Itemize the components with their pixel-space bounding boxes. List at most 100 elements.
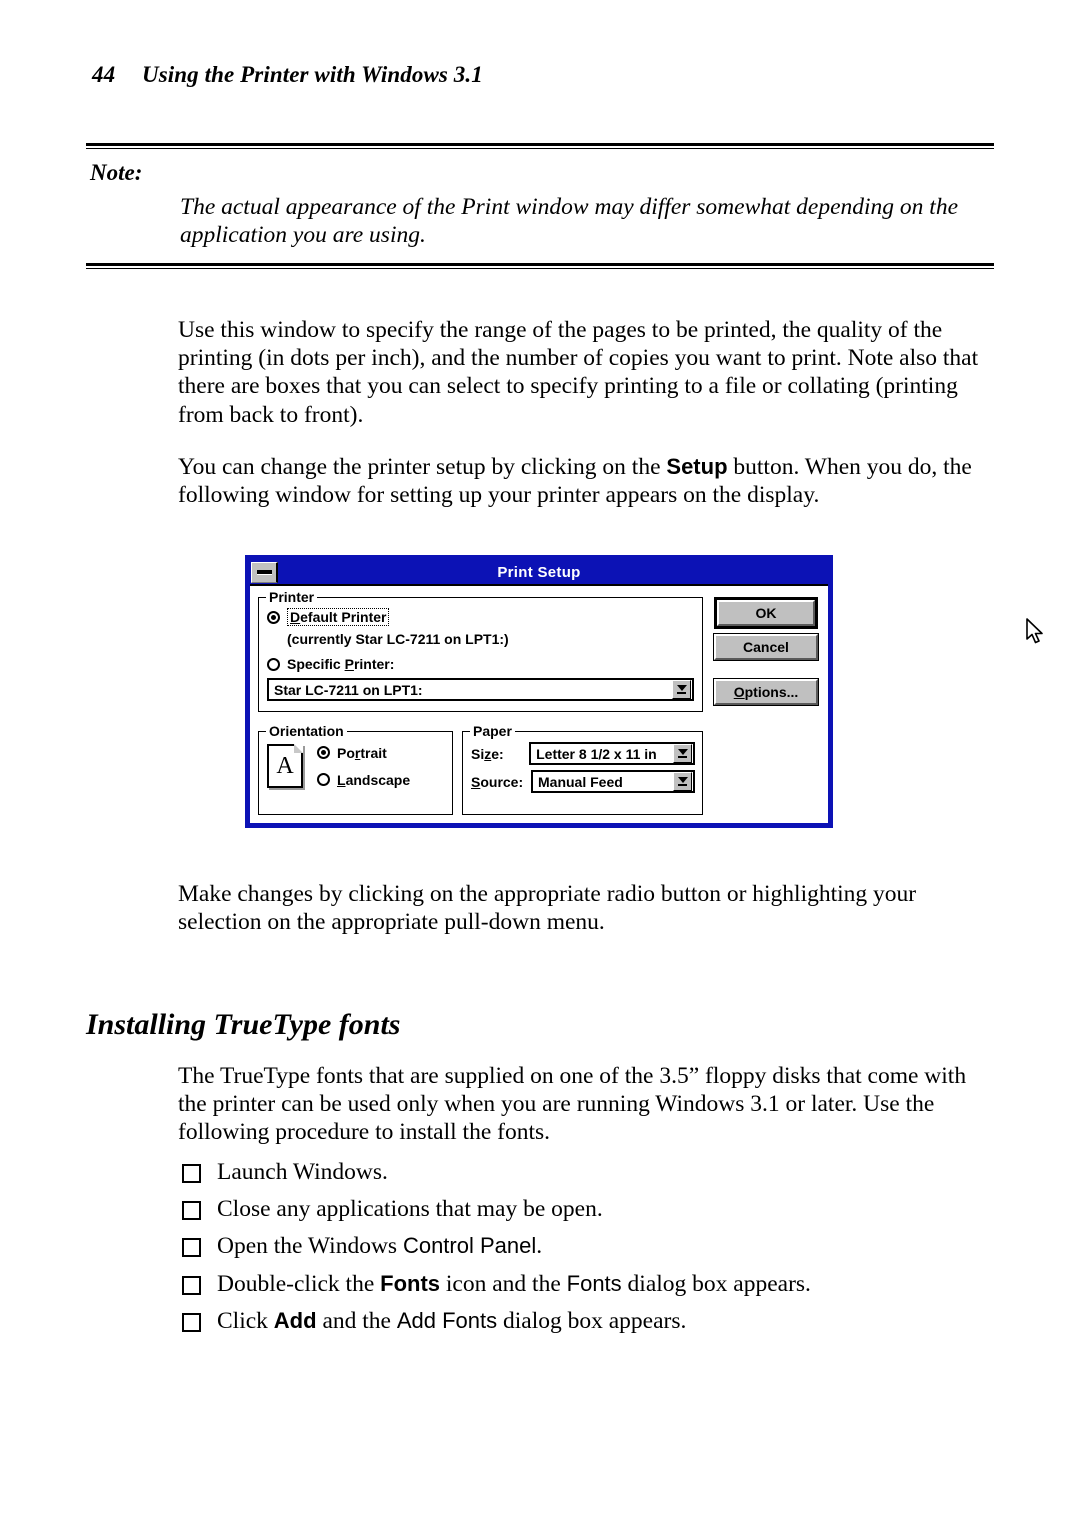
dialog-lower-row: Orientation A Portrait Landscape Paper S…	[258, 722, 703, 815]
note-rule-bottom	[86, 262, 994, 269]
checklist-text-run: Click	[217, 1307, 274, 1334]
default-printer-option[interactable]: Default Printer	[267, 608, 694, 626]
paper-size-accel: z	[484, 745, 492, 762]
note-label: Note:	[90, 160, 143, 185]
current-printer-text: (currently Star LC-7211 on LPT1:)	[287, 631, 509, 647]
checklist-text-run: dialog box appears.	[621, 1270, 811, 1297]
checklist-text-run: Fonts	[566, 1270, 622, 1296]
checklist-item-text: Double-click the Fonts icon and the Font…	[217, 1270, 994, 1298]
checklist-text-run: .	[536, 1233, 543, 1260]
specific-printer-radio[interactable]	[267, 657, 280, 671]
specific-printer-option[interactable]: Specific Printer:	[267, 656, 694, 672]
landscape-label: Landscape	[337, 771, 411, 788]
checklist-text-run: Double-click the	[217, 1270, 381, 1297]
dialog-titlebar[interactable]: Print Setup	[250, 560, 828, 586]
printer-group-label: Printer	[266, 589, 318, 605]
checkbox-bullet-icon	[182, 1201, 201, 1221]
dropdown-arrow-icon[interactable]	[672, 680, 691, 699]
checklist-text-run: Open the Windows	[217, 1233, 403, 1260]
dropdown-arrow-icon[interactable]	[673, 772, 692, 791]
checklist-text-run: and the	[316, 1307, 397, 1334]
paragraph-2-text-a: You can change the printer setup by clic…	[178, 453, 667, 480]
paper-source-label: Source:	[471, 773, 524, 790]
paper-source-row: Source: Manual Feed	[471, 770, 695, 793]
printer-group: Printer Default Printer (currently Star …	[258, 589, 703, 712]
checklist-item-text: Launch Windows.	[217, 1158, 994, 1186]
print-setup-dialog[interactable]: Print Setup Printer Default Printer (cur…	[245, 555, 1043, 828]
options-button[interactable]: Options...	[713, 678, 819, 706]
paper-size-row: Size: Letter 8 1/2 x 11 in	[471, 742, 695, 765]
checklist-text-run: Add Fonts	[396, 1307, 498, 1333]
checklist-item-text: Close any applications that may be open.	[217, 1195, 994, 1223]
checklist-text-run: Launch Windows.	[217, 1159, 388, 1185]
paper-size-label: Size:	[471, 745, 504, 762]
landscape-option[interactable]: Landscape	[317, 772, 410, 788]
paragraph-2: You can change the printer setup by clic…	[178, 453, 994, 509]
checklist-text-run: Fonts	[380, 1270, 441, 1296]
specific-printer-value: Star LC-7211 on LPT1:	[274, 681, 423, 698]
default-printer-label-rest: efault Printer	[300, 609, 387, 625]
section-heading: Installing TrueType fonts	[86, 1008, 401, 1041]
portrait-radio[interactable]	[317, 746, 330, 759]
checklist-text-run: Close any applications that may be open.	[217, 1196, 603, 1223]
checklist-item-text: Open the Windows Control Panel.	[217, 1232, 994, 1260]
mouse-arrow-cursor	[1026, 618, 1043, 644]
procedure-checklist: Launch Windows. Close any applications th…	[182, 1158, 994, 1344]
checklist-item: Double-click the Fonts icon and the Font…	[182, 1270, 994, 1298]
post-figure-paragraph: Make changes by clicking on the appropri…	[178, 880, 994, 960]
page-number: 44	[92, 62, 116, 87]
note-block: Note: The actual appearance of the Print…	[86, 143, 994, 269]
dropdown-arrow-icon[interactable]	[673, 744, 692, 763]
checklist-item-text: Click Add and the Add Fonts dialog box a…	[217, 1307, 994, 1335]
landscape-radio[interactable]	[317, 773, 330, 786]
checklist-item: Click Add and the Add Fonts dialog box a…	[182, 1307, 994, 1335]
checkbox-bullet-icon	[182, 1238, 201, 1258]
document-page: 44 Using the Printer with Windows 3.1 No…	[0, 0, 1080, 1529]
default-printer-accel: D	[290, 609, 301, 625]
note-rule-top	[86, 143, 994, 149]
orientation-group-label: Orientation	[266, 723, 347, 739]
default-printer-radio[interactable]	[267, 610, 280, 624]
checklist-text-run: Add	[273, 1307, 317, 1333]
dialog-body: Printer Default Printer (currently Star …	[250, 586, 1043, 823]
specific-printer-combobox[interactable]: Star LC-7211 on LPT1:	[267, 678, 694, 701]
landscape-accel: L	[337, 771, 346, 788]
page-with-letter-a-icon: A	[267, 744, 303, 788]
dialog-left-column: Printer Default Printer (currently Star …	[258, 589, 703, 815]
intro-paragraphs: Use this window to specify the range of …	[178, 316, 994, 533]
section-intro-paragraph: The TrueType fonts that are supplied on …	[178, 1063, 967, 1146]
portrait-accel: r	[354, 744, 361, 761]
orientation-group: Orientation A Portrait Landscape	[258, 723, 453, 815]
orientation-content: A Portrait Landscape	[267, 744, 446, 788]
orientation-options: Portrait Landscape	[317, 745, 410, 788]
setup-button-reference: Setup	[666, 453, 728, 479]
print-setup-dialog-figure: Print Setup Printer Default Printer (cur…	[245, 555, 1043, 828]
specific-printer-label: Specific Printer:	[287, 656, 395, 672]
checklist-item: Close any applications that may be open.	[182, 1195, 994, 1223]
paragraph-3: Make changes by clicking on the appropri…	[178, 881, 917, 936]
checklist-text-run: icon and the	[440, 1270, 567, 1297]
paper-source-value: Manual Feed	[538, 773, 623, 790]
checkbox-bullet-icon	[182, 1164, 201, 1183]
note-text: The actual appearance of the Print windo…	[180, 194, 959, 248]
paper-size-value: Letter 8 1/2 x 11 in	[536, 745, 657, 762]
checklist-text-run: dialog box appears.	[497, 1307, 687, 1334]
ok-button[interactable]: OK	[716, 599, 816, 627]
paper-source-combobox[interactable]: Manual Feed	[531, 770, 695, 793]
cancel-button[interactable]: Cancel	[713, 633, 819, 661]
paper-size-combobox[interactable]: Letter 8 1/2 x 11 in	[529, 742, 695, 765]
options-accel: O	[733, 684, 745, 700]
running-header: 44 Using the Printer with Windows 3.1	[92, 62, 483, 88]
section-intro: The TrueType fonts that are supplied on …	[178, 1062, 994, 1171]
specific-printer-accel: P	[344, 656, 354, 672]
dialog-button-column: OK Cancel Options...	[713, 595, 819, 815]
portrait-option[interactable]: Portrait	[317, 745, 410, 761]
paper-source-accel: S	[471, 773, 481, 790]
paper-group: Paper Size: Letter 8 1/2 x 11 in Source:…	[462, 723, 703, 815]
page-icon-letter: A	[276, 752, 294, 779]
default-printer-label: Default Printer	[287, 608, 390, 626]
checklist-text-run: Control Panel	[402, 1233, 537, 1259]
header-title: Using the Printer with Windows 3.1	[142, 62, 483, 87]
portrait-label: Portrait	[337, 744, 387, 761]
paper-group-label: Paper	[470, 723, 515, 739]
